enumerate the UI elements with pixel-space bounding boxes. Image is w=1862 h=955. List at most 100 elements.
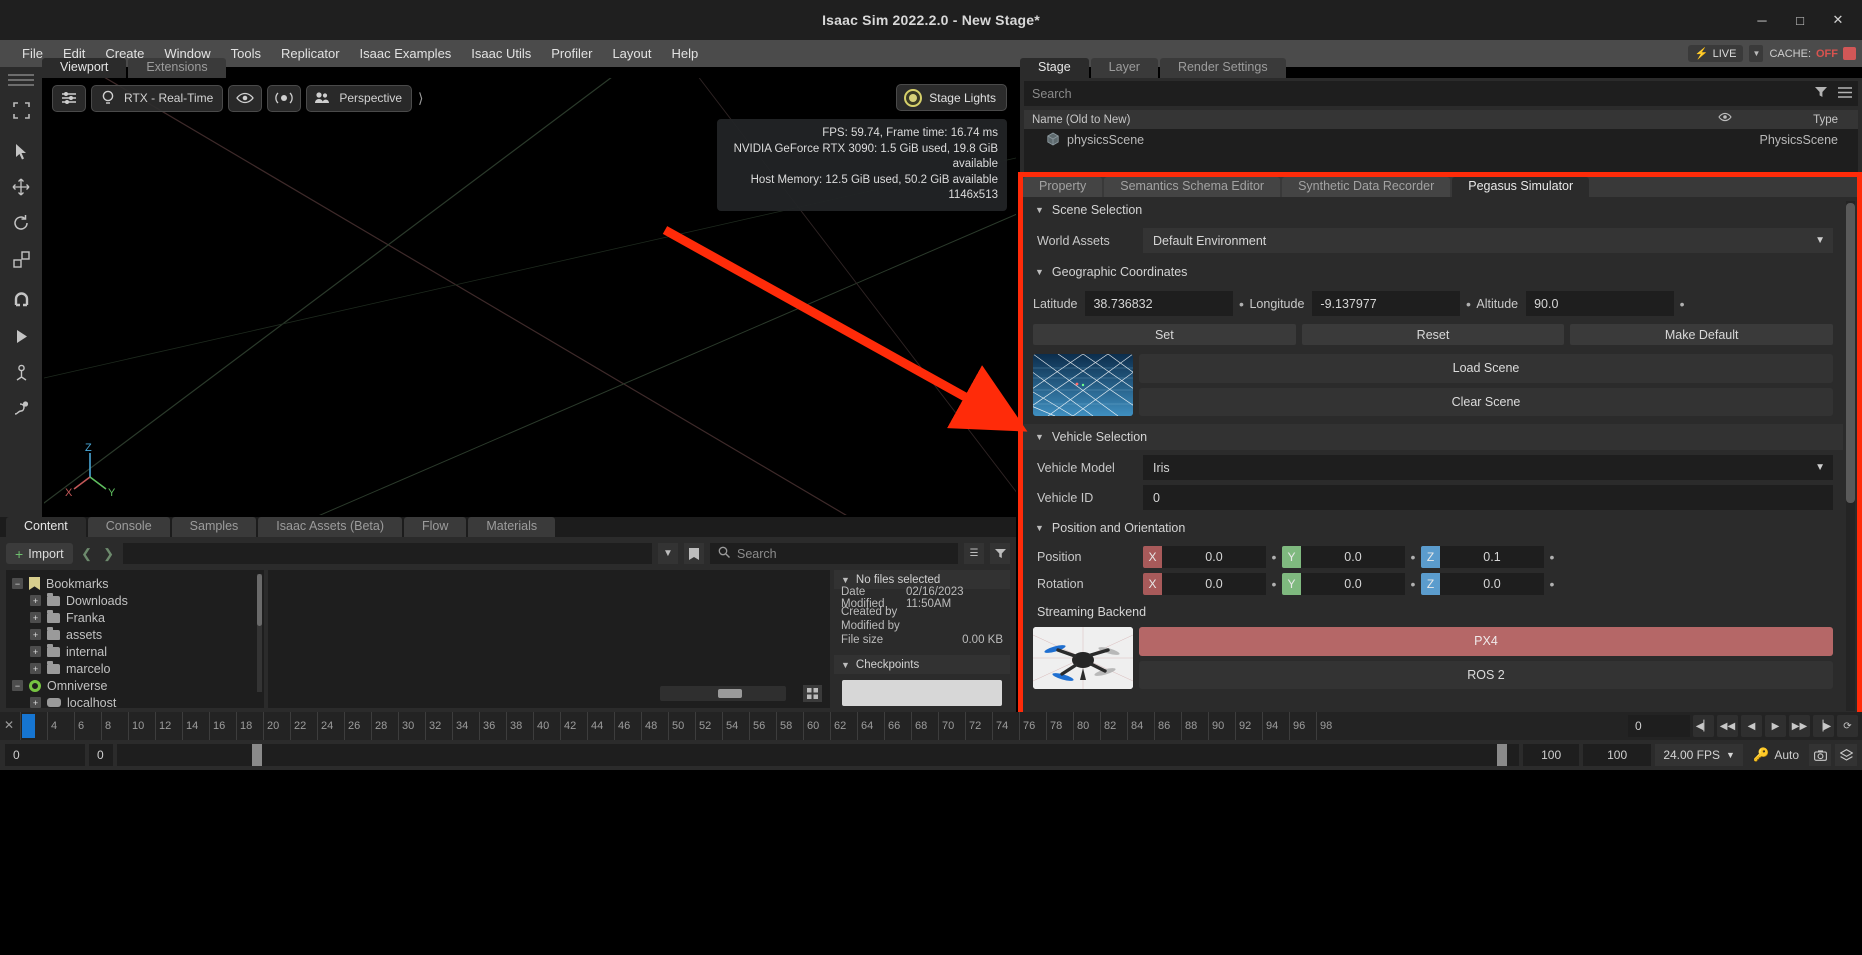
latitude-reset-dot[interactable]: • xyxy=(1233,297,1249,311)
rotation-x-input[interactable]: 0.0 xyxy=(1162,573,1266,595)
tree-expander[interactable]: − xyxy=(12,680,23,691)
clear-scene-button[interactable]: Clear Scene xyxy=(1139,387,1833,416)
tab-console[interactable]: Console xyxy=(87,517,170,537)
tab-layer[interactable]: Layer xyxy=(1090,58,1158,78)
filter-icon[interactable] xyxy=(1814,86,1828,101)
rotation-x-reset-dot[interactable]: • xyxy=(1266,577,1282,591)
physics-tool-icon[interactable] xyxy=(4,356,38,388)
bookmark-add-icon[interactable] xyxy=(684,543,704,564)
tree-expander[interactable]: + xyxy=(30,629,41,640)
tab-samples[interactable]: Samples xyxy=(171,517,257,537)
path-input[interactable] xyxy=(122,543,652,564)
rotation-z-reset-dot[interactable]: • xyxy=(1544,577,1560,591)
rail-grip[interactable] xyxy=(8,74,34,86)
close-button[interactable]: ✕ xyxy=(1820,6,1856,34)
stage-row-physicsscene[interactable]: physicsScene PhysicsScene xyxy=(1024,129,1858,151)
fps-selector[interactable]: 24.00 FPS ▼ xyxy=(1655,744,1744,766)
range-start-secondary[interactable]: 0 xyxy=(89,744,113,766)
filter-icon[interactable] xyxy=(990,543,1010,564)
zoom-slider-handle[interactable] xyxy=(718,689,742,698)
tree-item-omniverse[interactable]: − Omniverse xyxy=(12,677,264,694)
tab-stage[interactable]: Stage xyxy=(1020,58,1089,78)
altitude-reset-dot[interactable]: • xyxy=(1674,297,1690,311)
latitude-input[interactable]: 38.736832 xyxy=(1085,291,1234,316)
range-slider[interactable] xyxy=(117,744,1520,766)
tab-synthetic-data-recorder[interactable]: Synthetic Data Recorder xyxy=(1282,177,1451,197)
content-search-input[interactable]: Search xyxy=(710,543,958,564)
tree-expander[interactable]: + xyxy=(30,697,41,708)
tree-expander[interactable]: + xyxy=(30,663,41,674)
ros2-backend-button[interactable]: ROS 2 xyxy=(1139,660,1833,689)
tree-expander[interactable]: + xyxy=(30,595,41,606)
viewport-visibility-button[interactable] xyxy=(228,84,263,112)
world-assets-dropdown[interactable]: Default Environment ▼ xyxy=(1143,228,1833,253)
current-frame-input[interactable]: 0 xyxy=(1628,715,1690,737)
maximize-button[interactable]: □ xyxy=(1782,6,1818,34)
paint-tool-icon[interactable] xyxy=(4,392,38,424)
position-x-reset-dot[interactable]: • xyxy=(1266,550,1282,564)
position-z-input[interactable]: 0.1 xyxy=(1440,546,1544,568)
vehicle-model-dropdown[interactable]: Iris ▼ xyxy=(1143,455,1833,480)
import-button[interactable]: + Import xyxy=(6,543,73,564)
make-default-button[interactable]: Make Default xyxy=(1570,324,1834,345)
stage-search-input[interactable]: Search xyxy=(1024,81,1858,106)
layers-icon[interactable] xyxy=(1835,744,1857,766)
viewport-light-button[interactable] xyxy=(267,84,302,112)
list-view-icon[interactable]: ☰ xyxy=(964,543,984,564)
camera-selector[interactable]: Perspective xyxy=(306,84,413,112)
tab-materials[interactable]: Materials xyxy=(468,517,556,537)
tree-item-franka[interactable]: + Franka xyxy=(12,609,264,626)
section-vehicle-selection[interactable]: ▼ Vehicle Selection xyxy=(1023,424,1843,450)
rotation-y-reset-dot[interactable]: • xyxy=(1405,577,1421,591)
tab-isaac-assets[interactable]: Isaac Assets (Beta) xyxy=(258,517,402,537)
grid-view-icon[interactable] xyxy=(803,685,822,702)
checkpoints-header[interactable]: ▼ Checkpoints xyxy=(834,655,1010,674)
camera-icon[interactable] xyxy=(1809,744,1831,766)
pegasus-scrollbar[interactable] xyxy=(1846,201,1855,711)
range-handle-left[interactable] xyxy=(252,744,262,766)
tab-content[interactable]: Content xyxy=(6,517,86,537)
altitude-input[interactable]: 90.0 xyxy=(1526,291,1675,316)
step-forward-button[interactable]: ▶▶ xyxy=(1789,715,1810,737)
tab-pegasus-simulator[interactable]: Pegasus Simulator xyxy=(1452,177,1590,197)
stage-lights-button[interactable]: Stage Lights xyxy=(896,84,1007,111)
vehicle-id-input[interactable]: 0 xyxy=(1143,485,1833,510)
loop-button[interactable]: ⟳ xyxy=(1837,715,1858,737)
tree-item-downloads[interactable]: + Downloads xyxy=(12,592,264,609)
play-simulation-icon[interactable] xyxy=(4,320,38,352)
rotation-z-input[interactable]: 0.0 xyxy=(1440,573,1544,595)
range-handle-right[interactable] xyxy=(1497,744,1508,766)
tree-expander[interactable]: − xyxy=(12,578,23,589)
px4-backend-button[interactable]: PX4 xyxy=(1139,627,1833,656)
snap-magnet-icon[interactable] xyxy=(4,284,38,316)
load-scene-button[interactable]: Load Scene xyxy=(1139,354,1833,383)
file-grid-area[interactable] xyxy=(268,570,830,708)
renderer-selector[interactable]: RTX - Real-Time xyxy=(91,84,224,112)
step-back-button[interactable]: ◀◀ xyxy=(1717,715,1738,737)
tab-property[interactable]: Property xyxy=(1023,177,1103,197)
tree-item-internal[interactable]: + internal xyxy=(12,643,264,660)
jump-end-button[interactable]: ▕▶ xyxy=(1813,715,1834,737)
position-y-input[interactable]: 0.0 xyxy=(1301,546,1405,568)
reset-button[interactable]: Reset xyxy=(1301,324,1565,345)
section-scene-selection[interactable]: ▼ Scene Selection xyxy=(1023,197,1843,223)
play-button[interactable]: ▶ xyxy=(1765,715,1786,737)
scale-tool-icon[interactable] xyxy=(4,243,38,275)
timeline-close-icon[interactable]: ✕ xyxy=(4,718,14,732)
chevron-right-icon[interactable]: ⟩ xyxy=(418,90,423,107)
play-reverse-button[interactable]: ◀ xyxy=(1741,715,1762,737)
tree-expander[interactable]: + xyxy=(30,612,41,623)
move-tool-icon[interactable] xyxy=(4,171,38,203)
position-x-input[interactable]: 0.0 xyxy=(1162,546,1266,568)
tree-item-bookmarks[interactable]: − Bookmarks xyxy=(12,575,264,592)
minimize-button[interactable]: ─ xyxy=(1744,6,1780,34)
longitude-reset-dot[interactable]: • xyxy=(1460,297,1476,311)
options-menu-icon[interactable] xyxy=(1838,86,1852,101)
section-position-orientation[interactable]: ▼ Position and Orientation xyxy=(1023,515,1843,541)
tab-flow[interactable]: Flow xyxy=(403,517,467,537)
viewport-3d[interactable]: RTX - Real-Time Perspective ⟩ Stage Ligh… xyxy=(44,78,1016,515)
select-cursor-icon[interactable] xyxy=(4,135,38,167)
tree-item-localhost[interactable]: + localhost xyxy=(12,694,264,708)
tree-scrollbar[interactable] xyxy=(257,574,262,692)
position-z-reset-dot[interactable]: • xyxy=(1544,550,1560,564)
